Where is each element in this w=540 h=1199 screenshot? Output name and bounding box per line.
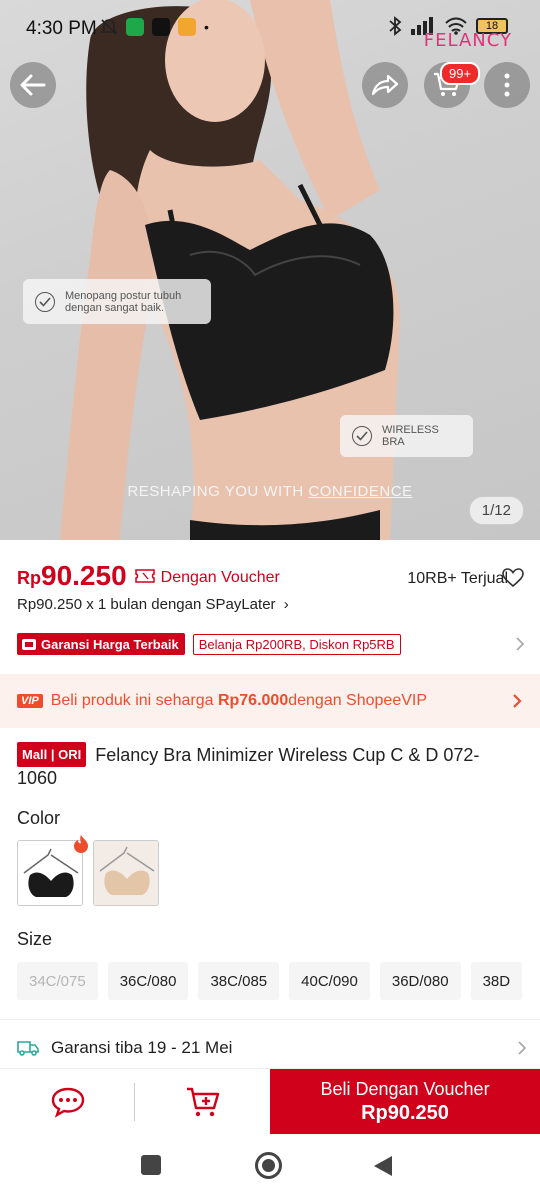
- feature-card-posture: Menopang postur tubuh dengan sangat baik…: [23, 279, 211, 324]
- vertical-dots-icon: [504, 73, 510, 97]
- buy-button-price: Rp90.250: [361, 1102, 449, 1124]
- bottom-action-bar: Beli Dengan Voucher Rp90.250: [0, 1068, 540, 1135]
- color-option-nude[interactable]: [93, 840, 159, 906]
- vip-text-end: dengan ShopeeVIP: [288, 692, 428, 709]
- shopee-vip-banner[interactable]: VIP Beli produk ini seharga Rp76.000 den…: [0, 674, 540, 728]
- best-price-guarantee-badge: Garansi Harga Terbaik: [17, 633, 185, 655]
- vip-price: Rp76.000: [217, 692, 289, 709]
- heart-icon[interactable]: [502, 568, 524, 588]
- shield-app-icon: [126, 18, 144, 36]
- delivery-text: Garansi tiba 19 - 21 Mei: [51, 1038, 233, 1057]
- voucher-label: Dengan Voucher: [160, 569, 280, 586]
- delivery-truck-icon: [17, 1041, 39, 1056]
- product-title-text: Felancy Bra Minimizer Wireless Cup C & D…: [17, 745, 480, 788]
- notes-app-icon: [178, 18, 196, 36]
- vip-tag: VIP: [17, 694, 43, 708]
- slogan-emphasis: CONFIDENCE: [308, 483, 413, 500]
- product-image-carousel[interactable]: 4:30 PM • 18 FELANCY 99+ Menopang postur…: [0, 0, 540, 540]
- hot-fire-icon: [74, 835, 88, 853]
- sold-count: 10RB+ Terjual: [407, 570, 508, 587]
- more-options-button[interactable]: [484, 62, 530, 108]
- price-tag-icon: [22, 639, 36, 650]
- add-to-cart-button[interactable]: [135, 1069, 270, 1135]
- chat-button[interactable]: [0, 1069, 135, 1135]
- feature-text-posture: Menopang postur tubuh dengan sangat baik…: [65, 289, 182, 314]
- buy-with-voucher-button[interactable]: Beli Dengan Voucher Rp90.250: [270, 1069, 540, 1135]
- chevron-right-icon: [518, 1041, 527, 1055]
- tiktok-icon: [152, 18, 170, 36]
- shop-discount-badge: Belanja Rp200RB, Diskon Rp5RB: [192, 633, 401, 655]
- check-circle-icon: [352, 426, 372, 446]
- share-arrow-icon: [371, 74, 399, 96]
- buy-button-label: Beli Dengan Voucher: [320, 1079, 490, 1099]
- paylater-link[interactable]: Rp90.250 x 1 bulan dengan SPayLater ›: [17, 596, 289, 613]
- notification-icons: •: [100, 18, 209, 36]
- brand-watermark: FELANCY: [423, 30, 512, 51]
- status-time: 4:30 PM: [26, 18, 97, 39]
- add-cart-icon: [186, 1087, 219, 1117]
- size-option[interactable]: 36C/080: [107, 962, 189, 1000]
- size-option: 34C/075: [17, 962, 98, 1000]
- mall-ori-tag: Mall | ORI: [17, 742, 87, 767]
- size-option[interactable]: 36D/080: [379, 962, 461, 1000]
- price-amount: 90.250: [41, 560, 127, 591]
- home-icon[interactable]: [255, 1152, 282, 1179]
- back-button[interactable]: [10, 62, 56, 108]
- feature-card-wireless: WIRELESS BRA: [340, 415, 473, 457]
- size-option[interactable]: 38C/085: [198, 962, 280, 1000]
- chevron-right-icon: ›: [283, 596, 289, 613]
- chevron-right-icon: [516, 637, 525, 651]
- product-title: Mall | ORI Felancy Bra Minimizer Wireles…: [17, 742, 517, 790]
- guarantee-text: Garansi Harga Terbaik: [41, 636, 179, 652]
- chat-bubble-icon: [51, 1087, 84, 1118]
- check-circle-icon: [35, 291, 55, 312]
- mute-bell-icon: [100, 19, 118, 35]
- arrow-left-icon: [20, 74, 46, 96]
- chevron-right-icon: [513, 694, 522, 708]
- color-label: Color: [17, 808, 61, 828]
- promo-badges[interactable]: Garansi Harga Terbaik Belanja Rp200RB, D…: [17, 633, 525, 655]
- share-button[interactable]: [362, 62, 408, 108]
- size-label: Size: [17, 929, 53, 949]
- bluetooth-icon: [389, 16, 402, 36]
- hero-slogan: RESHAPING YOU WITH CONFIDENCE: [0, 483, 540, 500]
- back-triangle-icon[interactable]: [372, 1154, 394, 1178]
- section-divider: [0, 1019, 540, 1020]
- cart-count-badge: 99+: [440, 62, 481, 85]
- recent-apps-icon[interactable]: [141, 1155, 161, 1175]
- more-dot-icon: •: [204, 19, 209, 35]
- system-navigation-bar: [0, 1134, 540, 1199]
- delivery-guarantee-row[interactable]: Garansi tiba 19 - 21 Mei: [17, 1038, 527, 1058]
- feature-text-wireless: WIRELESS BRA: [382, 424, 439, 448]
- size-options: 34C/075 36C/080 38C/085 40C/090 36D/080 …: [17, 962, 523, 1000]
- image-counter: 1/12: [468, 496, 524, 525]
- slogan-text: RESHAPING YOU WITH: [127, 483, 309, 500]
- size-option[interactable]: 40C/090: [289, 962, 370, 1000]
- paylater-text: Rp90.250 x 1 bulan dengan SPayLater: [17, 596, 276, 613]
- vip-text: Beli produk ini seharga: [50, 692, 214, 709]
- price-currency: Rp: [17, 568, 41, 588]
- voucher-icon: [134, 569, 155, 583]
- size-option[interactable]: 38D: [470, 962, 523, 1000]
- status-bar: 4:30 PM • 18 FELANCY: [0, 0, 540, 58]
